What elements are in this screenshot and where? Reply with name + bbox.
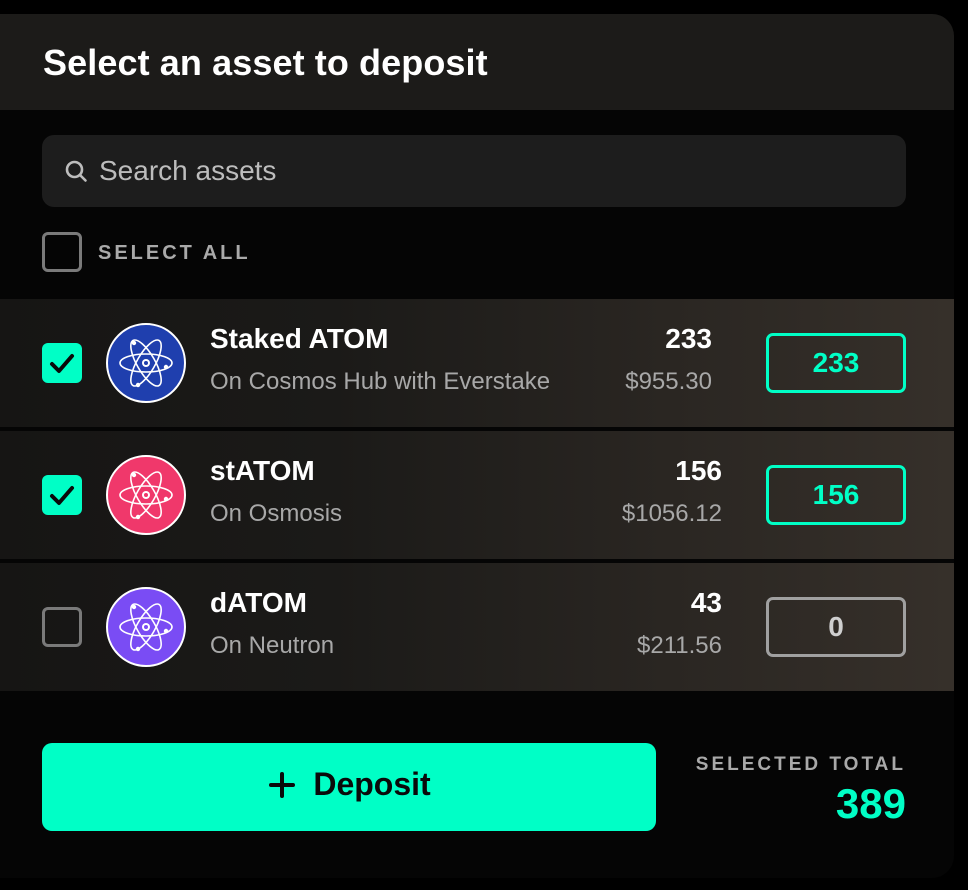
- datom-logo: [106, 587, 186, 667]
- modal-header: Select an asset to deposit: [0, 14, 954, 110]
- asset-row-staked-atom[interactable]: Staked ATOM On Cosmos Hub with Everstake…: [0, 299, 954, 427]
- search-icon: [65, 160, 87, 182]
- statom-logo: [106, 455, 186, 535]
- deposit-button[interactable]: Deposit: [42, 743, 656, 831]
- modal-title: Select an asset to deposit: [43, 42, 488, 83]
- asset-network: On Osmosis: [210, 500, 343, 527]
- search-input[interactable]: [98, 135, 879, 207]
- asset-row-statom[interactable]: stATOM On Osmosis 156 $1056.12: [0, 431, 954, 559]
- selected-total-label: SELECTED TOTAL: [695, 754, 906, 775]
- select-all-label: SELECT ALL: [98, 242, 251, 264]
- checkmark-icon: [50, 486, 74, 505]
- deposit-button-content: Deposit: [267, 766, 431, 803]
- deposit-amount-input[interactable]: [766, 333, 906, 393]
- deposit-button-label: Deposit: [313, 766, 431, 803]
- asset-name: Staked ATOM: [210, 323, 389, 354]
- atom-icon: [119, 603, 173, 652]
- asset-name: dATOM: [210, 587, 307, 618]
- selected-total-value: 389: [835, 780, 906, 827]
- atom-icon: [119, 471, 173, 520]
- deposit-amount-input[interactable]: [766, 597, 906, 657]
- asset-checkbox[interactable]: [42, 607, 82, 647]
- asset-checkbox[interactable]: [42, 475, 82, 515]
- asset-row-datom[interactable]: dATOM On Neutron 43 $211.56: [0, 563, 954, 691]
- asset-balance: 43: [690, 587, 722, 618]
- asset-usd-value: $211.56: [637, 632, 722, 659]
- asset-network: On Cosmos Hub with Everstake: [210, 368, 551, 395]
- deposit-amount-input[interactable]: [766, 465, 906, 525]
- asset-usd-value: $1056.12: [621, 500, 722, 527]
- select-all-checkbox[interactable]: [42, 232, 82, 272]
- asset-network: On Neutron: [210, 632, 335, 659]
- search-box[interactable]: [42, 135, 906, 207]
- asset-balance: 233: [665, 323, 712, 354]
- asset-name: stATOM: [210, 455, 315, 486]
- plus-icon: [267, 770, 297, 800]
- asset-balance: 156: [675, 455, 722, 486]
- atom-icon: [119, 339, 173, 388]
- asset-usd-value: $955.30: [625, 368, 712, 395]
- checkmark-icon: [50, 354, 74, 373]
- asset-checkbox[interactable]: [42, 343, 82, 383]
- deposit-modal: Select an asset to deposit SELECT ALL: [0, 14, 954, 878]
- staked-atom-logo: [106, 323, 186, 403]
